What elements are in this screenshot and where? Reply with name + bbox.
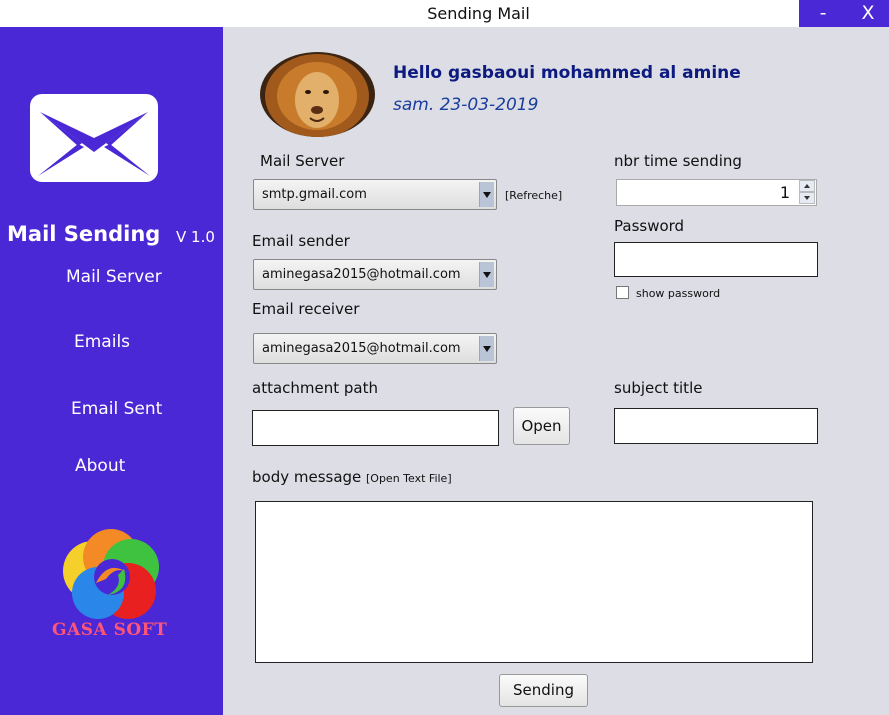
mail-server-value: smtp.gmail.com xyxy=(262,187,367,202)
body-message-label: body message xyxy=(252,468,362,486)
email-sender-value: aminegasa2015@hotmail.com xyxy=(262,267,461,282)
email-receiver-label: Email receiver xyxy=(252,300,360,318)
main-panel: Hello gasbaoui mohammed al amine sam. 23… xyxy=(223,27,889,715)
window-title: Sending Mail xyxy=(427,4,530,23)
minimize-button[interactable]: - xyxy=(799,0,847,27)
email-sender-label: Email sender xyxy=(252,232,350,250)
app-name: Mail Sending xyxy=(7,222,161,246)
window-controls: - X xyxy=(799,0,889,27)
open-text-file-link[interactable]: [Open Text File] xyxy=(366,472,452,485)
show-password-label: show password xyxy=(636,287,721,300)
sending-button[interactable]: Sending xyxy=(499,674,588,707)
stepper-down-icon[interactable] xyxy=(799,192,815,204)
nbr-time-sending-value: 1 xyxy=(779,183,790,202)
mail-server-label: Mail Server xyxy=(260,152,345,170)
stepper-up-icon[interactable] xyxy=(799,180,815,192)
nbr-time-sending-stepper[interactable]: 1 xyxy=(616,179,817,206)
gasa-soft-logo-icon xyxy=(58,529,164,625)
avatar xyxy=(260,52,375,137)
brand-name: GASA SOFT xyxy=(52,620,168,640)
sidebar-item-mail-server[interactable]: Mail Server xyxy=(66,267,162,287)
email-receiver-select[interactable]: aminegasa2015@hotmail.com xyxy=(253,333,497,364)
sidebar: Mail Sending V 1.0 Mail Server Emails Em… xyxy=(0,27,223,715)
email-receiver-value: aminegasa2015@hotmail.com xyxy=(262,341,461,356)
show-password-checkbox[interactable] xyxy=(616,286,629,299)
nbr-time-sending-label: nbr time sending xyxy=(614,152,742,170)
password-field[interactable] xyxy=(614,242,818,277)
body-message-field[interactable] xyxy=(255,501,813,663)
mail-server-select[interactable]: smtp.gmail.com xyxy=(253,179,497,210)
sidebar-item-emails[interactable]: Emails xyxy=(74,332,130,352)
email-sender-select[interactable]: aminegasa2015@hotmail.com xyxy=(253,259,497,290)
chevron-down-icon xyxy=(479,336,494,361)
refresh-link[interactable]: [Refreche] xyxy=(505,189,562,202)
open-attachment-button[interactable]: Open xyxy=(513,407,570,445)
attachment-path-label: attachment path xyxy=(252,379,378,397)
subject-title-field[interactable] xyxy=(614,408,818,444)
chevron-down-icon xyxy=(479,262,494,287)
envelope-icon xyxy=(30,94,158,182)
chevron-down-icon xyxy=(479,182,494,207)
title-bar: Sending Mail - X xyxy=(0,0,889,27)
sidebar-item-email-sent[interactable]: Email Sent xyxy=(71,399,162,419)
app-version: V 1.0 xyxy=(176,228,215,246)
close-button[interactable]: X xyxy=(847,0,889,27)
attachment-path-field[interactable] xyxy=(252,410,499,446)
date-text: sam. 23-03-2019 xyxy=(393,95,539,115)
greeting-text: Hello gasbaoui mohammed al amine xyxy=(393,63,741,83)
subject-title-label: subject title xyxy=(614,379,703,397)
password-label: Password xyxy=(614,217,685,235)
sidebar-item-about[interactable]: About xyxy=(75,456,125,476)
